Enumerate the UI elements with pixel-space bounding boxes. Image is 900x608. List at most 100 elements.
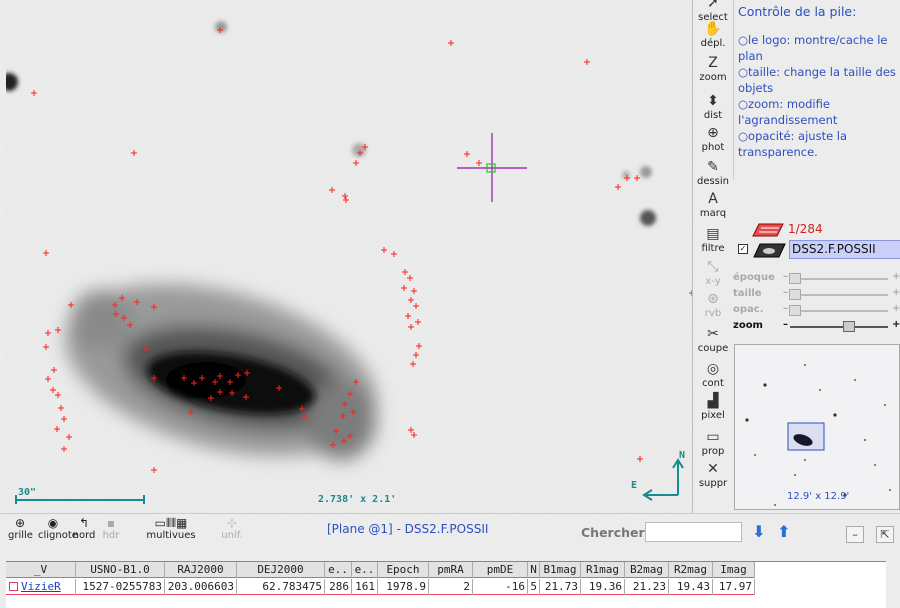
- table-cell: 286: [325, 579, 352, 595]
- tool-dist[interactable]: ⬍ dist: [694, 92, 732, 121]
- plane-row[interactable]: ✓ DSS2.F.POSSII: [735, 240, 900, 259]
- column-header[interactable]: Imag: [713, 562, 755, 578]
- contour-icon: ◎: [706, 361, 720, 377]
- measurement-table: _V USNO-B1.0 RAJ2000 DEJ2000 e.. e.. Epoch pmRA…: [6, 561, 886, 608]
- column-header[interactable]: e..: [352, 562, 378, 578]
- column-header[interactable]: B2mag: [625, 562, 669, 578]
- slider-opac[interactable]: opac. – +: [733, 303, 900, 318]
- slider-knob[interactable]: [788, 289, 801, 300]
- slider-zoom[interactable]: zoom – +: [733, 319, 900, 334]
- column-header[interactable]: _V: [6, 562, 76, 578]
- tool-pixel[interactable]: ▟ pixel: [694, 392, 732, 421]
- tool-zoom[interactable]: Zzoom: [694, 54, 732, 83]
- sky-view[interactable]: 30" 2.738' x 2.1' N E: [6, 0, 693, 513]
- zoom-thumbnail[interactable]: 12.9' x 12.9': [734, 344, 900, 510]
- search-input[interactable]: [645, 522, 742, 542]
- view-tool-clignote[interactable]: ◉ clignote: [38, 516, 78, 541]
- thumbnail-image: [735, 345, 899, 509]
- distance-icon: ⬍: [707, 93, 719, 109]
- plane-title: [Plane @1] - DSS2.F.POSSII: [327, 522, 489, 536]
- column-header[interactable]: DEJ2000: [237, 562, 325, 578]
- minus-icon[interactable]: –: [783, 271, 788, 282]
- plus-icon[interactable]: +: [892, 319, 900, 330]
- minimize-icon: –: [852, 528, 858, 541]
- view-tool-label: hdr: [102, 530, 120, 541]
- thumbnail-fov-label: 12.9' x 12.9': [787, 491, 850, 502]
- view-tool-unif[interactable]: ⊹ unif.: [220, 516, 244, 541]
- view-tool-grille[interactable]: ⊕ grille: [8, 516, 33, 541]
- multiview-icon: ▭⫴⫴▦: [154, 516, 188, 530]
- sky-image: [6, 0, 692, 513]
- plus-icon[interactable]: +: [892, 287, 900, 298]
- detach-table-button[interactable]: ⇱: [876, 526, 894, 543]
- tool-cont[interactable]: ◎ cont: [694, 360, 732, 389]
- catalog-layer-icon[interactable]: [749, 220, 789, 240]
- plus-icon[interactable]: +: [892, 271, 900, 282]
- rgb-icon: ⊛: [707, 291, 719, 307]
- tool-dpl[interactable]: ✋ dépl.: [694, 20, 732, 49]
- slider-knob[interactable]: [788, 305, 801, 316]
- column-header[interactable]: RAJ2000: [165, 562, 237, 578]
- tool-suppr[interactable]: ✕ suppr: [694, 460, 732, 489]
- slider-knob[interactable]: [842, 321, 855, 332]
- column-header[interactable]: N: [528, 562, 540, 578]
- slider-track[interactable]: [790, 310, 888, 312]
- slider-knob[interactable]: [788, 273, 801, 284]
- pencil-icon: ✎: [707, 159, 719, 175]
- plane-visibility-checkbox[interactable]: ✓: [738, 244, 748, 254]
- properties-icon: ▭: [706, 429, 720, 445]
- search-next-button[interactable]: ⬇: [751, 523, 767, 541]
- search-previous-button[interactable]: ⬆: [776, 523, 792, 541]
- arrow-up-icon: ⬆: [777, 522, 791, 541]
- plus-icon[interactable]: +: [892, 303, 900, 314]
- slider-track[interactable]: [790, 294, 888, 296]
- slider-track[interactable]: [790, 278, 888, 280]
- column-header[interactable]: R2mag: [669, 562, 713, 578]
- plane-stack: 1/284 ✓ DSS2.F.POSSII: [733, 220, 900, 260]
- bottom-toolbar: ⊕ grille ◉ clignote ↰ nord ▪ hdr ▭⫴⫴▦ multivues ⊹ u…: [0, 513, 900, 560]
- column-header[interactable]: pmRA: [429, 562, 473, 578]
- tool-phot[interactable]: ⊕ phot: [694, 124, 732, 153]
- vizier-link[interactable]: VizieR: [6, 579, 76, 595]
- tool-filtre[interactable]: ▤ filtre: [694, 225, 732, 254]
- column-header[interactable]: B1mag: [540, 562, 581, 578]
- tool-label: rvb: [704, 308, 722, 319]
- minus-icon[interactable]: –: [783, 319, 788, 330]
- view-tool-multivues[interactable]: ▭⫴⫴▦ multivues: [131, 516, 211, 541]
- tool-dessin[interactable]: ✎ dessin: [694, 158, 732, 187]
- scissors-icon: ✂: [707, 326, 719, 342]
- tool-label: filtre: [701, 243, 725, 254]
- view-tool-label: unif.: [221, 530, 243, 541]
- tool-marq[interactable]: Amarq: [694, 190, 732, 219]
- photometry-icon: ⊕: [707, 125, 719, 141]
- column-header[interactable]: pmDE: [473, 562, 528, 578]
- marker-icon: A: [708, 191, 718, 207]
- minus-icon[interactable]: –: [783, 287, 788, 298]
- table-row[interactable]: VizieR 1527-0255783 203.006603 62.783475 286…: [6, 579, 755, 595]
- slider-époque[interactable]: époque – +: [733, 271, 900, 286]
- row-checkbox[interactable]: [9, 582, 18, 591]
- slider-taille[interactable]: taille – +: [733, 287, 900, 302]
- column-header[interactable]: USNO-B1.0: [76, 562, 165, 578]
- vizier-link-text[interactable]: VizieR: [21, 580, 61, 593]
- view-tool-nord[interactable]: ↰ nord: [72, 516, 96, 541]
- image-layer-icon[interactable]: [751, 240, 787, 259]
- minimize-table-button[interactable]: –: [846, 526, 864, 543]
- table-cell: 19.43: [669, 579, 713, 595]
- minus-icon[interactable]: –: [783, 303, 788, 314]
- slider-track[interactable]: [790, 326, 888, 328]
- plane-name[interactable]: DSS2.F.POSSII: [789, 240, 900, 259]
- table-header: _V USNO-B1.0 RAJ2000 DEJ2000 e.. e.. Epoch pmRA…: [6, 562, 755, 578]
- table-cell: 21.73: [540, 579, 581, 595]
- view-tool-hdr[interactable]: ▪ hdr: [101, 516, 121, 541]
- column-header[interactable]: Epoch: [378, 562, 429, 578]
- column-header[interactable]: R1mag: [581, 562, 625, 578]
- view-tool-label: multivues: [146, 530, 196, 541]
- tool-xy[interactable]: ⤡ x-y: [694, 258, 732, 287]
- slider-label: taille: [733, 288, 762, 299]
- tool-coupe[interactable]: ✂ coupe: [694, 325, 732, 354]
- tool-label: zoom: [699, 72, 727, 83]
- column-header[interactable]: e..: [325, 562, 352, 578]
- tool-rvb[interactable]: ⊛ rvb: [694, 290, 732, 319]
- tool-prop[interactable]: ▭ prop: [694, 428, 732, 457]
